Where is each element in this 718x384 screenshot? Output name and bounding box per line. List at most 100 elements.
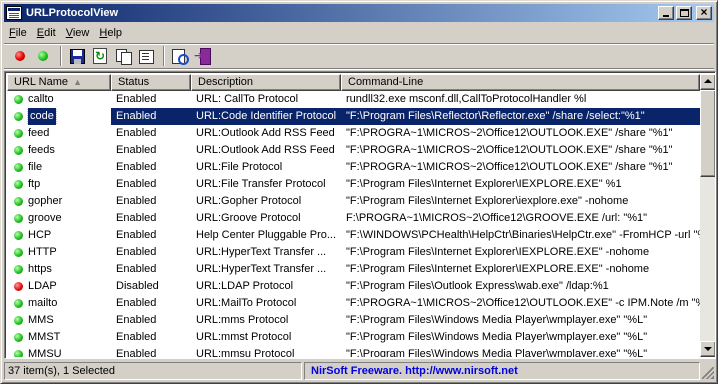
menu-view-label: iew <box>72 26 90 39</box>
table-row[interactable]: LDAP Disabled URL:LDAP Protocol "F:\Program… <box>7 278 700 295</box>
table-row[interactable]: callto Enabled URL: CallTo Protocol rundll3… <box>7 91 700 108</box>
protocol-list[interactable]: URL Name ▲ Status Description Command-Lin… <box>4 71 716 359</box>
table-row[interactable]: MMS Enabled URL:mms Protocol "F:\Program Fi… <box>7 312 700 329</box>
enabled-status-icon <box>14 265 23 274</box>
close-icon: × <box>700 5 708 19</box>
resize-grip-icon[interactable] <box>702 366 714 379</box>
enabled-status-icon <box>14 163 23 172</box>
column-header-label: Status <box>118 76 150 88</box>
cell-description: URL:mmsu Protocol <box>196 348 295 357</box>
url-name-text: ftp <box>28 178 41 190</box>
properties-button[interactable] <box>136 46 156 66</box>
enable-button[interactable] <box>33 46 53 66</box>
cell-description: URL:mmst Protocol <box>196 331 292 343</box>
cell-url-name: MMST <box>7 329 111 346</box>
cell-description: URL:Groove Protocol <box>196 212 301 224</box>
column-header-description[interactable]: Description <box>191 74 341 91</box>
menu-edit[interactable]: Edit <box>32 25 61 42</box>
cell-description: URL:LDAP Protocol <box>196 280 294 292</box>
cell-status: Enabled <box>116 348 157 357</box>
save-icon <box>69 48 85 64</box>
disable-red-dot-icon <box>15 51 25 61</box>
maximize-button[interactable] <box>676 6 692 20</box>
refresh-button[interactable] <box>90 46 110 66</box>
cell-status: Enabled <box>116 161 157 173</box>
cell-command-line: "F:\Program Files\Reflector\Reflector.ex… <box>341 108 700 125</box>
exit-icon <box>194 48 211 65</box>
menu-file-label: ile <box>15 26 27 39</box>
cell-status: Enabled <box>116 314 157 326</box>
table-row[interactable]: MMSU Enabled URL:mmsu Protocol "F:\Program … <box>7 346 700 357</box>
column-header-row: URL Name ▲ Status Description Command-Lin… <box>7 74 700 91</box>
cell-status: Enabled <box>116 297 157 309</box>
table-body: callto Enabled URL: CallTo Protocol rundll3… <box>7 91 700 357</box>
table-row[interactable]: feeds Enabled URL:Outlook Add RSS Feed "F:\… <box>7 142 700 159</box>
url-name-text: file <box>28 161 43 173</box>
enabled-status-icon <box>14 112 23 121</box>
table-row[interactable]: ftp Enabled URL:File Transfer Protocol "F:\… <box>7 176 700 193</box>
menu-edit-accel: E <box>36 26 45 39</box>
table-row[interactable]: code Enabled URL:Code Identifier Protocol "… <box>7 108 700 125</box>
copy-button[interactable] <box>113 46 133 66</box>
cell-url-name: https <box>7 261 111 278</box>
nirsoft-link[interactable]: NirSoft Freeware. http://www.nirsoft.net <box>304 361 700 380</box>
scroll-down-button[interactable] <box>700 341 715 357</box>
vertical-scrollbar[interactable] <box>700 74 715 357</box>
refresh-icon <box>93 48 107 64</box>
cell-command-line: "F:\Program Files\Windows Media Player\w… <box>346 314 648 326</box>
disable-button[interactable] <box>10 46 30 66</box>
cell-description: URL:HyperText Transfer ... <box>196 263 327 275</box>
cell-url-name: HCP <box>7 227 111 244</box>
cell-command-line: "F:\Program Files\Outlook Express\wab.ex… <box>346 280 609 292</box>
column-header-label: Command-Line <box>348 76 424 88</box>
url-name-text: feeds <box>28 144 55 156</box>
enable-green-dot-icon <box>38 51 48 61</box>
table-row[interactable]: groove Enabled URL:Groove Protocol F:\PROGR… <box>7 210 700 227</box>
cell-command-line: "F:\Program Files\Windows Media Player\w… <box>346 331 648 343</box>
cell-url-name: feed <box>7 125 111 142</box>
url-name-text: MMSU <box>28 348 62 357</box>
save-button[interactable] <box>67 46 87 66</box>
title-bar[interactable]: URLProtocolView × <box>4 4 714 22</box>
cell-status: Enabled <box>111 108 191 125</box>
url-name-text: MMST <box>28 331 61 343</box>
enabled-status-icon <box>14 350 23 357</box>
properties-icon <box>138 48 154 64</box>
table-row[interactable]: mailto Enabled URL:MailTo Protocol "F:\PROG… <box>7 295 700 312</box>
cell-command-line: "F:\Program Files\Windows Media Player\w… <box>346 348 648 357</box>
table-row[interactable]: file Enabled URL:File Protocol "F:\PROGRA~1… <box>7 159 700 176</box>
cell-description: URL:File Protocol <box>196 161 283 173</box>
close-button[interactable]: × <box>696 5 712 20</box>
cell-url-name: feeds <box>7 142 111 159</box>
find-button[interactable] <box>170 46 190 66</box>
minimize-button[interactable] <box>658 6 674 20</box>
cell-status: Disabled <box>116 280 159 292</box>
enabled-status-icon <box>14 146 23 155</box>
table-row[interactable]: HTTP Enabled URL:HyperText Transfer ... "F:… <box>7 244 700 261</box>
table-row[interactable]: MMST Enabled URL:mmst Protocol "F:\Program … <box>7 329 700 346</box>
cell-command-line: "F:\Program Files\Internet Explorer\IEXP… <box>346 246 650 258</box>
window-title: URLProtocolView <box>26 7 119 19</box>
menu-view[interactable]: View <box>61 25 95 42</box>
scroll-up-button[interactable] <box>700 74 715 90</box>
table-row[interactable]: gopher Enabled URL:Gopher Protocol "F:\Prog… <box>7 193 700 210</box>
menu-view-accel: V <box>65 26 73 39</box>
column-header-status[interactable]: Status <box>111 74 191 91</box>
menu-help[interactable]: Help <box>94 25 127 42</box>
toolbar-separator <box>163 46 165 66</box>
column-header-url-name[interactable]: URL Name ▲ <box>7 74 111 91</box>
exit-button[interactable] <box>193 46 213 66</box>
menu-file[interactable]: File <box>4 25 32 42</box>
table-row[interactable]: HCP Enabled Help Center Pluggable Pro... "F… <box>7 227 700 244</box>
toolbar <box>4 43 714 69</box>
table-row[interactable]: https Enabled URL:HyperText Transfer ... "F… <box>7 261 700 278</box>
column-header-command-line[interactable]: Command-Line <box>341 74 700 91</box>
cell-description: URL: CallTo Protocol <box>196 93 299 105</box>
app-icon[interactable] <box>6 6 22 20</box>
enabled-status-icon <box>14 197 23 206</box>
cell-status: Enabled <box>116 229 157 241</box>
cell-status: Enabled <box>116 212 157 224</box>
cell-status: Enabled <box>116 263 157 275</box>
scroll-thumb[interactable] <box>700 90 715 177</box>
table-row[interactable]: feed Enabled URL:Outlook Add RSS Feed "F:\P… <box>7 125 700 142</box>
